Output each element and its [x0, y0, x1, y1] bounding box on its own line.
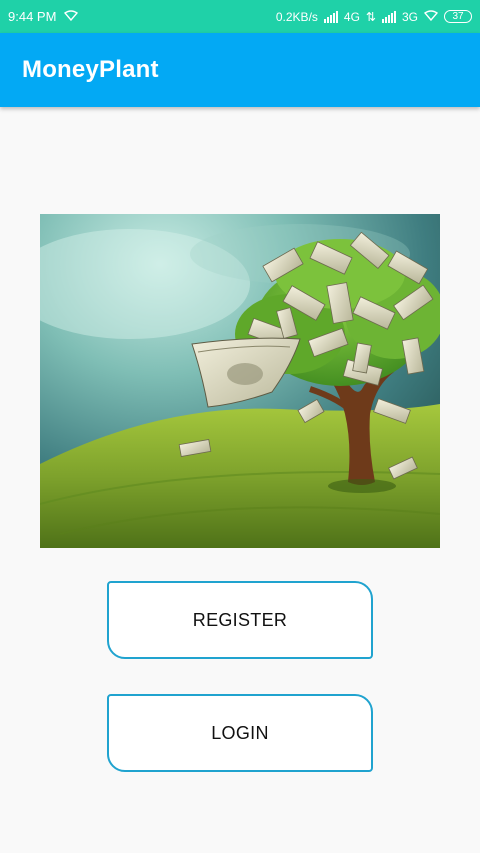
register-button[interactable]: REGISTER	[107, 581, 373, 659]
status-bar: 9:44 PM 0.2KB/s 4G ⇅ 3G 37	[0, 0, 480, 33]
wifi-icon-2	[423, 9, 439, 24]
network-speed: 0.2KB/s	[275, 9, 318, 24]
money-tree-image	[40, 214, 440, 548]
status-left: 9:44 PM	[8, 9, 79, 24]
wifi-icon	[64, 9, 79, 24]
login-button[interactable]: LOGIN	[107, 694, 373, 772]
status-time: 9:44 PM	[8, 9, 57, 24]
status-right: 0.2KB/s 4G ⇅ 3G 37	[276, 10, 472, 24]
network-4g: 4G	[343, 9, 360, 24]
data-transfer-icon: ⇅	[365, 9, 376, 24]
app-bar: MoneyPlant	[0, 33, 480, 107]
signal-icon	[323, 10, 338, 23]
network-3g: 3G	[401, 9, 418, 24]
signal-icon-2	[381, 10, 396, 23]
battery-icon: 37	[444, 10, 472, 23]
app-title: MoneyPlant	[22, 56, 159, 83]
money-tree-illustration	[40, 214, 440, 548]
